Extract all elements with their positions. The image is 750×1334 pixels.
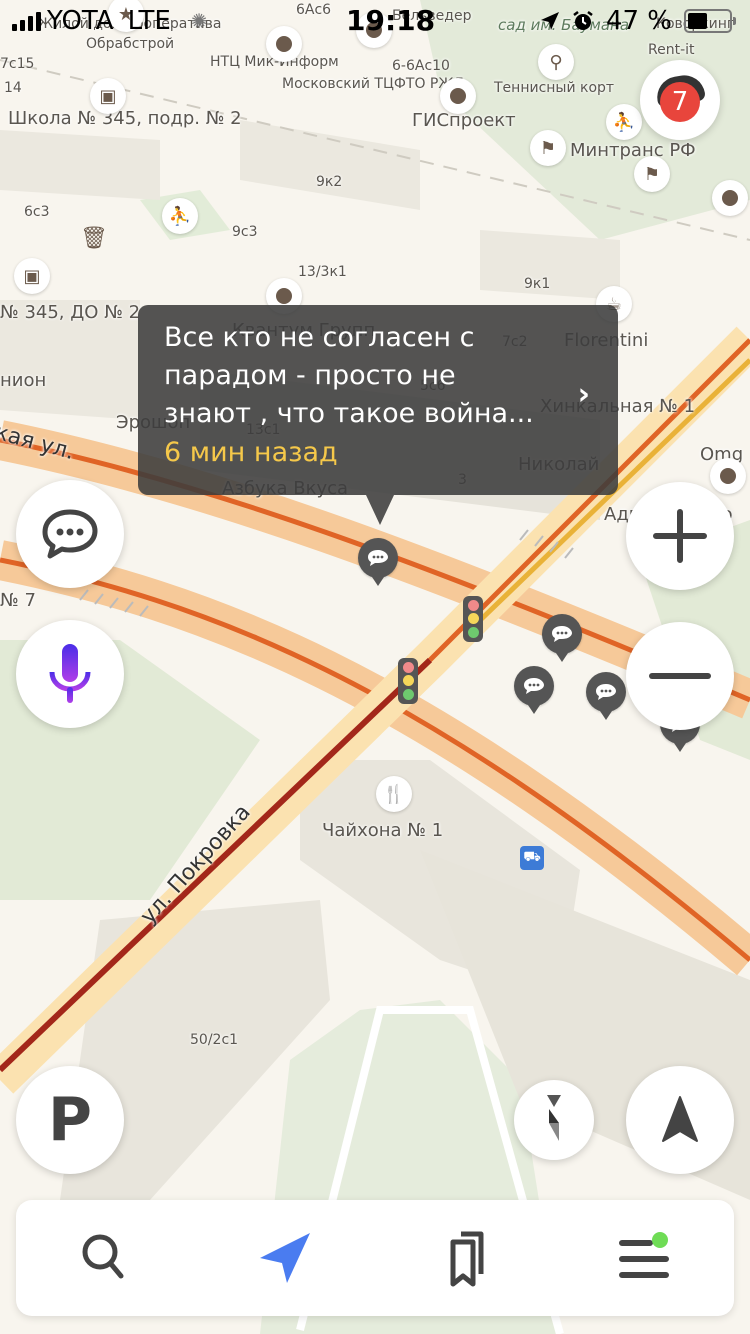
map-label: Московский ТЦФТО РЖД [282, 76, 465, 92]
place-poi-icon[interactable] [712, 180, 748, 216]
map-label: Чайхона № 1 [322, 820, 444, 841]
location-arrow-icon [662, 1096, 698, 1142]
zoom-in-button[interactable] [626, 482, 734, 590]
microphone-icon [49, 644, 91, 703]
road-comment-popup[interactable]: Все кто не согласен с парадом - просто н… [138, 305, 618, 525]
search-icon [82, 1234, 124, 1279]
map-label: 9к2 [316, 174, 343, 190]
place-poi-icon[interactable] [440, 78, 476, 114]
compass-icon [547, 1095, 561, 1141]
sport-poi-icon[interactable]: ⛹ [162, 198, 198, 234]
road-comment-pin[interactable] [542, 614, 582, 662]
location-arrow-icon [540, 12, 559, 30]
map-label: 6-6Ас10 [392, 58, 450, 74]
comment-time: 6 мин назад [164, 437, 338, 468]
compass-button[interactable] [514, 1080, 594, 1160]
map-label: 13/3к1 [298, 264, 347, 280]
battery-percent: 47 % [605, 6, 672, 36]
chevron-right-icon[interactable]: › [578, 377, 590, 412]
tab-navigator[interactable] [245, 1218, 325, 1298]
network-type: LTE [127, 6, 171, 36]
tennis-poi-icon[interactable]: ⚲ [538, 44, 574, 80]
add-road-event-button[interactable] [16, 480, 124, 588]
map-label: Минтранс РФ [570, 140, 696, 161]
clock: 19:18 [346, 4, 436, 37]
school-poi-icon[interactable]: ▣ [14, 258, 50, 294]
chat-bubble-icon [596, 684, 616, 700]
road-comment-pin[interactable] [586, 672, 626, 720]
zoom-out-button[interactable] [626, 622, 734, 730]
restaurant-poi-icon[interactable]: 🍴 [376, 776, 412, 812]
map-label: 6с3 [24, 204, 50, 220]
popup-pointer [366, 495, 394, 525]
voice-assistant-button[interactable] [16, 620, 124, 728]
my-location-button[interactable] [626, 1066, 734, 1174]
flag-poi-icon[interactable]: ⚑ [634, 156, 670, 192]
traffic-light-icon [398, 658, 418, 704]
chat-bubble-icon [552, 626, 572, 642]
road-comment-pin[interactable] [358, 538, 398, 586]
map-label: нион [0, 370, 47, 391]
tab-menu[interactable] [604, 1218, 684, 1298]
map-label: № 345, ДО № 2 [0, 302, 141, 323]
loading-spinner-icon: ✺ [190, 9, 208, 33]
bus-stop-icon[interactable]: ⛟ [520, 846, 544, 870]
comment-text: Все кто не согласен с парадом - просто н… [164, 322, 534, 429]
traffic-light-icon [463, 596, 483, 642]
alarm-icon [573, 11, 593, 30]
plus-icon [653, 509, 707, 563]
map-label: Школа № 345, подр. № 2 [8, 108, 242, 129]
trash-icon: 🗑 [80, 226, 108, 251]
chat-bubble-icon [42, 509, 98, 559]
flag-poi-icon[interactable]: ⚑ [530, 130, 566, 166]
traffic-level-badge: 7 [660, 82, 700, 122]
chat-bubble-icon [524, 678, 544, 694]
map-label: 14 [4, 80, 22, 96]
map-label: 9с3 [232, 224, 258, 240]
carrier-name: YOTA [47, 6, 114, 36]
bottom-tab-bar [16, 1200, 734, 1316]
map-label: № 7 [0, 590, 36, 611]
status-bar: YOTA LTE ✺ 19:18 47 % [0, 0, 750, 40]
navigation-arrow-icon [260, 1233, 311, 1283]
road-comment-pin[interactable] [514, 666, 554, 714]
parking-button[interactable]: P [16, 1066, 124, 1174]
tab-bookmarks[interactable] [425, 1218, 505, 1298]
traffic-level-button[interactable]: 7 [640, 60, 720, 140]
battery-icon [684, 9, 736, 33]
place-poi-icon[interactable] [710, 458, 746, 494]
map-label: 9к1 [524, 276, 551, 292]
bookmarks-icon [450, 1231, 484, 1287]
map-label: 7с15 [0, 56, 35, 72]
signal-strength-icon [12, 11, 41, 31]
sport-poi-icon[interactable]: ⛹ [606, 104, 642, 140]
tab-search[interactable] [66, 1218, 146, 1298]
map-label: Rent-it [648, 42, 695, 58]
chat-bubble-icon [368, 550, 388, 566]
minus-icon [649, 673, 711, 679]
parking-icon: P [48, 1085, 92, 1155]
map-label: ГИСпроект [412, 110, 516, 131]
map-label: 50/2с1 [190, 1032, 239, 1048]
school-poi-icon[interactable]: ▣ [90, 78, 126, 114]
map-label: Теннисный корт [494, 80, 615, 96]
